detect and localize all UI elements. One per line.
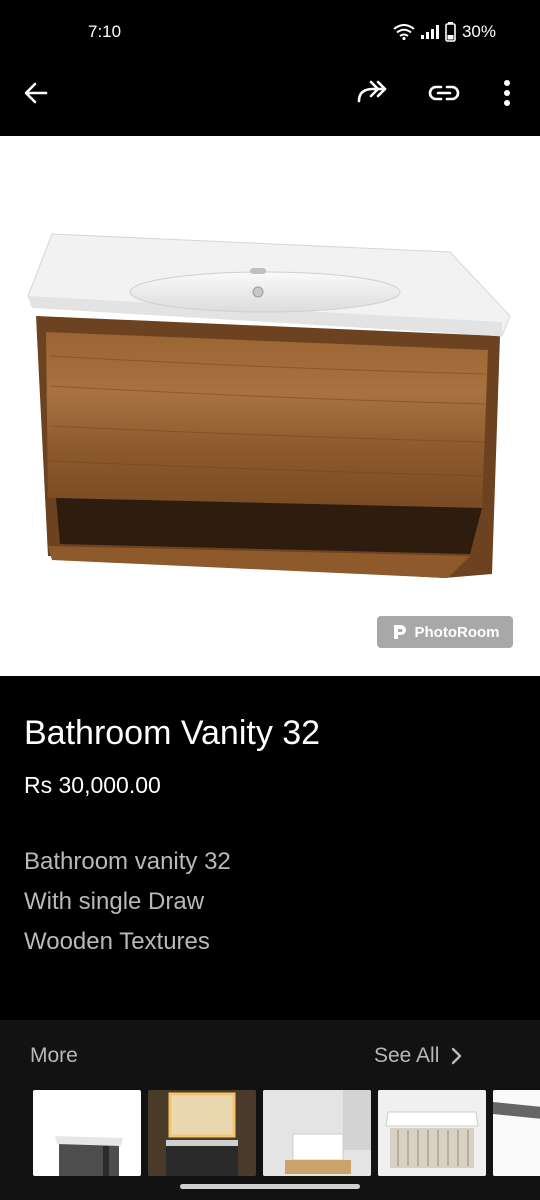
- description-line: Bathroom vanity 32: [24, 848, 231, 875]
- see-all-link[interactable]: See All: [374, 1044, 463, 1068]
- product-title: Bathroom Vanity 32: [24, 714, 321, 752]
- description-line: Wooden Textures: [24, 928, 210, 955]
- thumbnail-item[interactable]: [493, 1090, 540, 1176]
- chevron-right-icon: [452, 1047, 462, 1065]
- product-image[interactable]: PhotoRoom: [0, 136, 540, 676]
- arrow-left-icon: [24, 82, 48, 104]
- description-line: With single Draw: [24, 888, 205, 915]
- back-button[interactable]: [12, 69, 60, 117]
- more-products-panel: More See All: [0, 1020, 540, 1200]
- wifi-icon: [393, 24, 415, 40]
- more-vertical-icon: [504, 80, 510, 106]
- watermark-text: PhotoRoom: [414, 623, 500, 641]
- thumbnail-item[interactable]: [378, 1090, 486, 1176]
- signal-icon: [420, 25, 439, 39]
- product-description: Bathroom vanity 32 With single Draw Wood…: [24, 842, 231, 962]
- copy-link-button[interactable]: [420, 69, 468, 117]
- share-forward-icon: [357, 80, 387, 103]
- gesture-nav-handle[interactable]: [180, 1184, 360, 1189]
- share-button[interactable]: [348, 69, 396, 117]
- status-time: 7:10: [88, 22, 122, 41]
- product-price: Rs 30,000.00: [24, 772, 161, 798]
- battery-percent: 30%: [461, 22, 496, 41]
- link-icon: [428, 85, 460, 101]
- top-app-bar: [0, 50, 540, 136]
- see-all-label: See All: [374, 1044, 440, 1067]
- thumbnail-item[interactable]: [33, 1090, 141, 1176]
- thumbnail-item[interactable]: [263, 1090, 371, 1176]
- vanity-illustration: [27, 233, 511, 578]
- battery-icon: [445, 22, 456, 42]
- more-options-button[interactable]: [483, 69, 531, 117]
- status-icons: 30%: [393, 22, 496, 42]
- more-heading: More: [30, 1044, 78, 1067]
- photoroom-logo-icon: [393, 625, 406, 639]
- photoroom-watermark: PhotoRoom: [377, 616, 513, 648]
- product-details: Bathroom Vanity 32 Rs 30,000.00 Bathroom…: [0, 676, 540, 1020]
- thumbnail-strip[interactable]: [33, 1090, 540, 1176]
- status-bar: 7:10 30%: [0, 0, 540, 50]
- thumbnail-item[interactable]: [148, 1090, 256, 1176]
